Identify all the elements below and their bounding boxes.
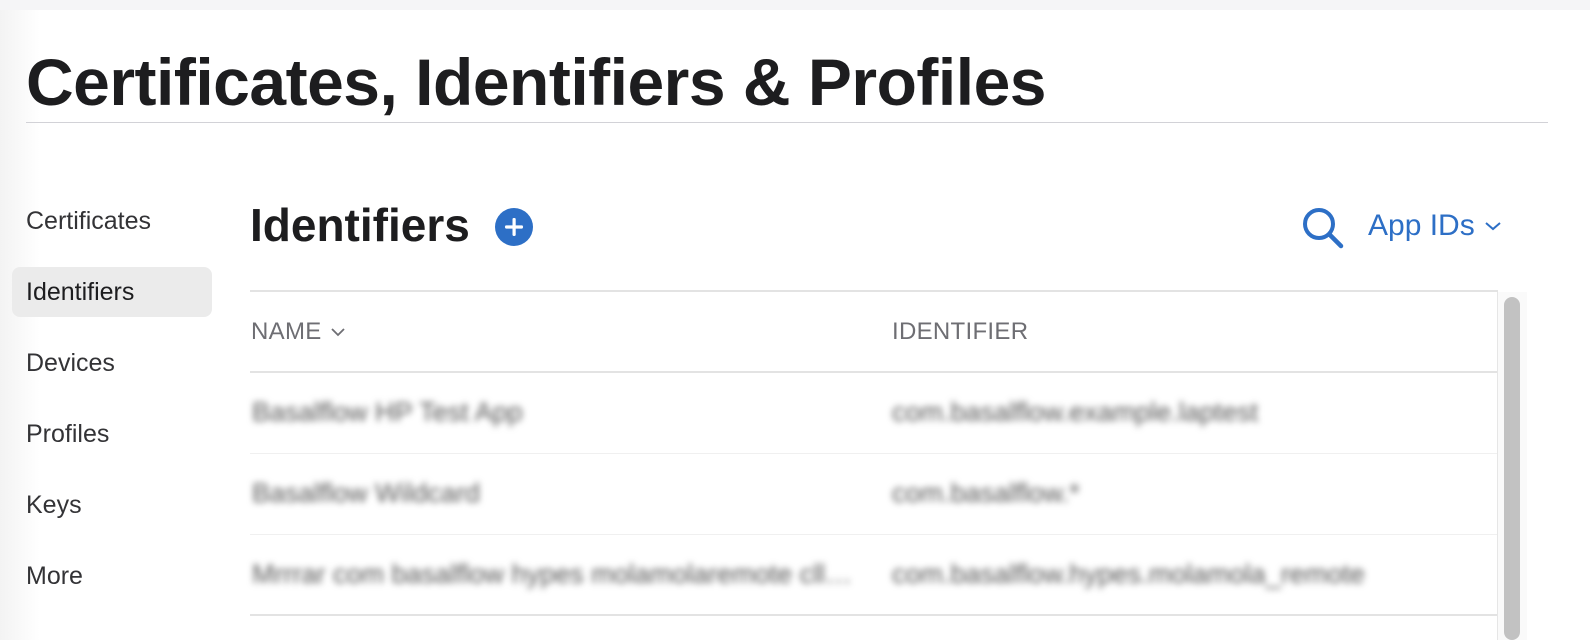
chevron-down-icon	[1485, 222, 1501, 231]
row-identifier: com.basalflow.hypes.molamola_remote	[892, 559, 1365, 589]
row-identifier: com.basalflow.*	[892, 478, 1080, 508]
column-header-identifier[interactable]: IDENTIFIER	[892, 318, 1028, 346]
column-header-name[interactable]: NAME	[251, 318, 346, 346]
search-button[interactable]	[1300, 205, 1346, 251]
table-top-border	[250, 290, 1498, 292]
sidebar-item-more[interactable]: More	[12, 551, 212, 601]
row-name: Mrrrar com basalflow hypes molamolaremot…	[252, 559, 862, 589]
sidebar-item-certificates[interactable]: Certificates	[12, 196, 212, 246]
add-identifier-button[interactable]	[495, 208, 533, 246]
sidebar-item-identifiers[interactable]: Identifiers	[12, 267, 212, 317]
sidebar-item-devices[interactable]: Devices	[12, 338, 212, 388]
sort-chevron-icon	[330, 328, 345, 337]
row-divider	[250, 614, 1498, 616]
top-strip	[0, 0, 1590, 10]
sidebar-item-keys[interactable]: Keys	[12, 480, 212, 530]
filter-label: App IDs	[1368, 209, 1475, 242]
table-row[interactable]: Basalflow Wildcard com.basalflow.*	[250, 454, 1498, 535]
row-identifier: com.basalflow.example.laptest	[892, 397, 1259, 427]
plus-circle-icon	[505, 218, 523, 236]
sidebar-item-profiles[interactable]: Profiles	[12, 409, 212, 459]
page-title: Certificates, Identifiers & Profiles	[26, 45, 1047, 119]
title-divider	[26, 122, 1548, 123]
scrollbar-thumb[interactable]	[1504, 297, 1520, 640]
app-ids-filter-dropdown[interactable]: App IDs	[1368, 206, 1503, 246]
table-row[interactable]: Mrrrar com basalflow hypes molamolaremot…	[250, 535, 1498, 616]
column-header-name-label: NAME	[251, 318, 322, 345]
table-row[interactable]: Basalflow HP Test App com.basalflow.exam…	[250, 373, 1498, 454]
search-icon	[1303, 208, 1344, 249]
sidebar: Certificates Identifiers Devices Profile…	[12, 196, 212, 622]
row-name: Basalflow Wildcard	[252, 478, 481, 508]
section-title: Identifiers	[250, 199, 470, 251]
row-name: Basalflow HP Test App	[252, 397, 523, 427]
